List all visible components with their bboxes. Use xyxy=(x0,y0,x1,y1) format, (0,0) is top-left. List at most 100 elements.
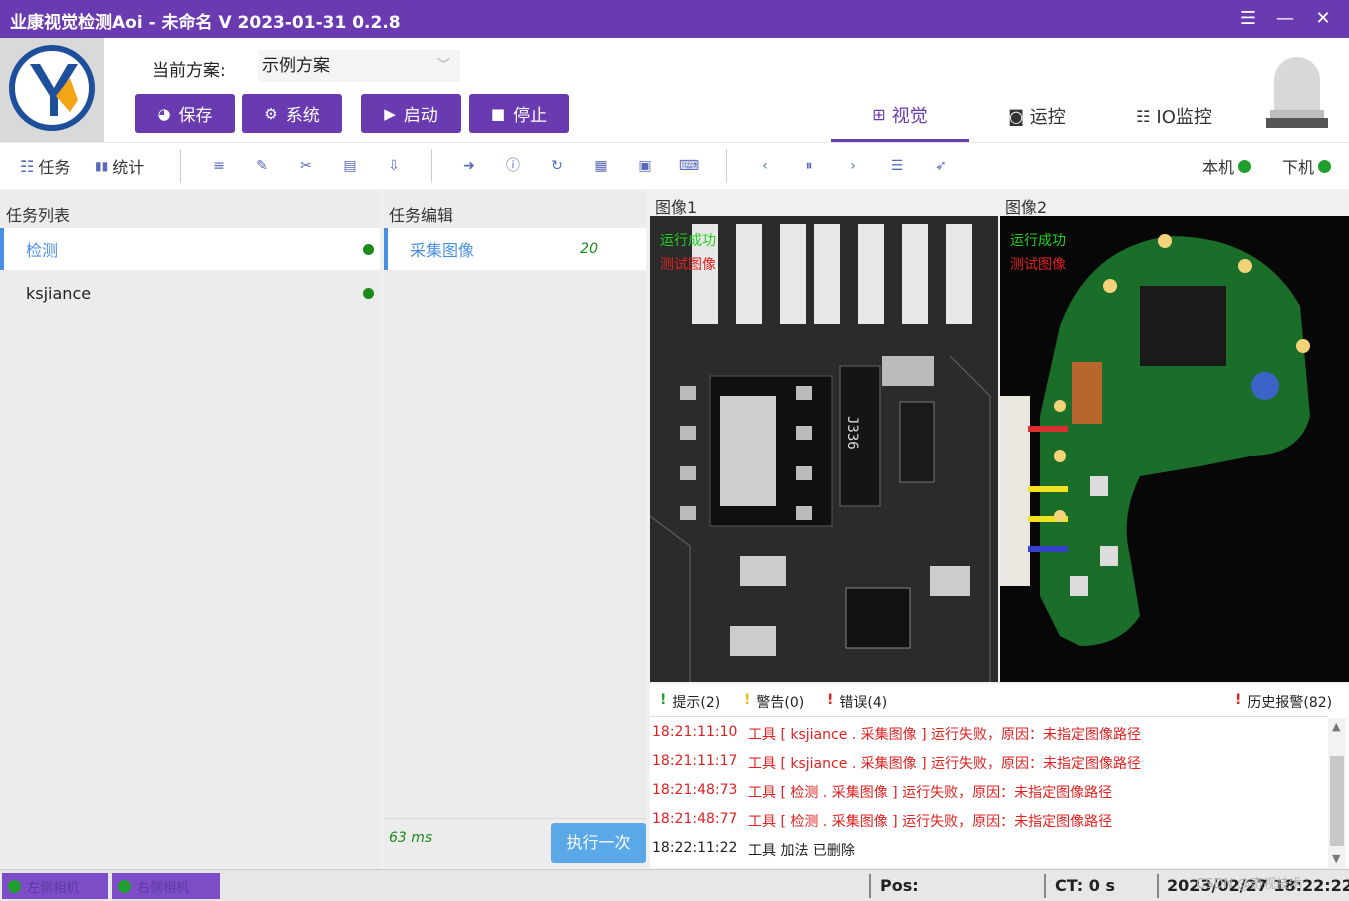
title-bar: 业康视觉检测Aoi - 未命名 V 2023-01-31 0.2.8 ☰ — ✕ xyxy=(0,0,1349,38)
log-line: 18:21:11:17 工具 [ ksjiance . 采集图像 ] 运行失败，… xyxy=(652,753,1141,781)
scheme-label: 当前方案: xyxy=(152,61,226,81)
test-image-text: 测试图像 xyxy=(660,257,716,273)
info-circle-icon[interactable]: ⓘ xyxy=(502,155,524,177)
bar-chart-icon: ▮▮ xyxy=(95,159,109,173)
status-bar: 左侧相机 右侧相机 Pos: CT: 0 s 2023/02/27 18:22:… xyxy=(0,869,1349,901)
tab-vision[interactable]: ⊞ 视觉 xyxy=(831,90,969,142)
bookmark-icon[interactable]: ▣ xyxy=(634,155,656,177)
edit-icon[interactable]: ✎ xyxy=(251,155,273,177)
svg-text:J336: J336 xyxy=(844,416,860,450)
image2-canvas[interactable]: 运行成功 测试图像 xyxy=(1000,216,1349,682)
chevron-left-icon[interactable]: ‹ xyxy=(754,155,776,177)
task-item-label: ksjiance xyxy=(26,283,92,303)
run-once-button[interactable]: 执行一次 xyxy=(551,823,646,863)
list-icon: ☷ xyxy=(1136,106,1151,126)
chevron-down-icon: ﹀ xyxy=(436,58,450,73)
save-button[interactable]: ◕ 保存 xyxy=(135,94,235,133)
menu-icon[interactable]: ≡ xyxy=(208,155,230,177)
divider xyxy=(431,149,432,183)
hint-icon: ! xyxy=(660,692,667,708)
log-message: 工具 [ ksjiance . 采集图像 ] 运行失败，原因：未指定图像路径 xyxy=(748,756,1142,772)
tab-vision-label: 视觉 xyxy=(891,105,928,127)
cut-icon[interactable]: ✂ xyxy=(295,155,317,177)
grid-icon[interactable]: ▦ xyxy=(590,155,612,177)
log-message: 工具 加法 已删除 xyxy=(748,843,855,859)
right-camera-status[interactable]: 右侧相机 xyxy=(112,873,220,899)
list-icon: ☷ xyxy=(20,156,35,176)
stats-tab[interactable]: ▮▮ 统计 xyxy=(95,155,144,177)
status-dot xyxy=(363,243,374,255)
watermark: CSDN @奇视技术 xyxy=(1196,877,1303,892)
loop-icon[interactable]: ↻ xyxy=(546,155,568,177)
ok-text: 运行成功 xyxy=(660,233,716,249)
log-tab-hint-label: 提示(2) xyxy=(672,695,721,711)
pcb-gray-image: J336 xyxy=(650,216,998,682)
alarm-lamp-icon xyxy=(1266,50,1328,130)
error-icon: ! xyxy=(827,692,834,708)
tab-io-monitor[interactable]: ☷ IO监控 xyxy=(1112,90,1236,142)
log-tab-hint[interactable]: ! 提示(2) xyxy=(660,692,720,712)
log-time: 18:21:48:73 xyxy=(652,782,738,798)
task-list-item[interactable]: ksjiance xyxy=(0,272,380,314)
chevron-down-icon[interactable]: ▼ xyxy=(1332,852,1340,865)
system-label: 系统 xyxy=(285,106,320,126)
image1-canvas[interactable]: J336 运行成功 测试图像 xyxy=(650,216,998,682)
left-camera-label: 左侧相机 xyxy=(27,880,80,896)
task-tab[interactable]: ☷ 任务 xyxy=(20,155,70,178)
start-button[interactable]: ▶ 启动 xyxy=(361,94,461,133)
remote-status: 下机 xyxy=(1282,155,1332,177)
chevron-right-icon[interactable]: › xyxy=(842,155,864,177)
play-icon: ▶ xyxy=(384,104,396,123)
tab-motion-label: 运控 xyxy=(1029,107,1066,128)
log-line: 18:22:11:22 工具 加法 已删除 xyxy=(652,840,855,868)
task-list-panel: 任务列表 检测 ksjiance xyxy=(0,190,380,868)
test-image-text: 测试图像 xyxy=(1010,257,1066,273)
hamburger-icon[interactable]: ☰ xyxy=(1235,8,1261,30)
toolbar: ☷ 任务 ▮▮ 统计 ≡ ✎ ✂ ▤ ⇩ ➜ ⓘ ↻ ▦ ▣ ⌨ ‹ ⏸ › ☰… xyxy=(0,142,1349,189)
scheme-select[interactable]: 示例方案 ﹀ xyxy=(258,50,460,82)
header: 当前方案: 示例方案 ﹀ ◕ 保存 ⚙ 系统 ▶ 启动 ■ 停止 ⊞ 视觉 ◙ … xyxy=(0,38,1349,142)
left-camera-status[interactable]: 左侧相机 xyxy=(2,873,108,899)
task-item-label: 检测 xyxy=(26,241,59,260)
history-alarm-label: 历史报警(82) xyxy=(1247,695,1333,711)
status-dot xyxy=(363,287,374,299)
pcb-color-image xyxy=(1000,216,1349,682)
tool-item-value: 20 xyxy=(580,241,598,257)
save-label: 保存 xyxy=(178,106,213,126)
stats-tab-label: 统计 xyxy=(112,158,145,177)
pause-icon[interactable]: ⏸ xyxy=(798,155,820,177)
arrow-right-icon[interactable]: ➜ xyxy=(458,155,480,177)
keyboard-icon[interactable]: ⌨ xyxy=(678,155,700,177)
log-tab-error[interactable]: ! 错误(4) xyxy=(827,692,887,712)
log-time: 18:21:48:77 xyxy=(652,811,738,827)
log-message: 工具 [ 检测 . 采集图像 ] 运行失败，原因：未指定图像路径 xyxy=(748,814,1113,830)
tab-motion[interactable]: ◙ 运控 xyxy=(985,90,1089,142)
close-icon[interactable]: ✕ xyxy=(1310,8,1336,30)
log-tab-warning[interactable]: ! 警告(0) xyxy=(744,692,804,712)
chevron-up-icon[interactable]: ▲ xyxy=(1332,720,1340,733)
clipboard-icon[interactable]: ▤ xyxy=(339,155,361,177)
app-logo xyxy=(0,38,104,142)
minimize-icon[interactable]: — xyxy=(1272,8,1298,30)
divider xyxy=(726,149,727,183)
task-edit-header: 任务编辑 xyxy=(389,206,454,225)
stop-button[interactable]: ■ 停止 xyxy=(469,94,569,133)
task-list-header: 任务列表 xyxy=(6,206,71,225)
settings-list-icon[interactable]: ☰ xyxy=(886,155,908,177)
system-button[interactable]: ⚙ 系统 xyxy=(242,94,342,133)
task-list-item[interactable]: 检测 xyxy=(0,228,380,270)
scrollbar-thumb[interactable] xyxy=(1330,756,1344,846)
windows-icon: ⊞ xyxy=(872,105,886,124)
stop-icon: ■ xyxy=(490,104,506,123)
alarm-icon: ! xyxy=(1235,692,1242,708)
import-icon[interactable]: ⇩ xyxy=(383,155,405,177)
camera-status-dot xyxy=(118,879,131,893)
camera-status-dot xyxy=(8,879,21,893)
image1-title: 图像1 xyxy=(655,198,698,217)
remote-label: 下机 xyxy=(1282,158,1315,177)
history-alarm[interactable]: ! 历史报警(82) xyxy=(1235,692,1332,712)
log-scrollbar[interactable]: ▲ ▼ xyxy=(1328,718,1346,868)
warning-icon: ! xyxy=(744,692,751,708)
rocket-icon[interactable]: ➶ xyxy=(930,155,952,177)
tool-list-item[interactable]: 采集图像 20 xyxy=(384,228,646,270)
